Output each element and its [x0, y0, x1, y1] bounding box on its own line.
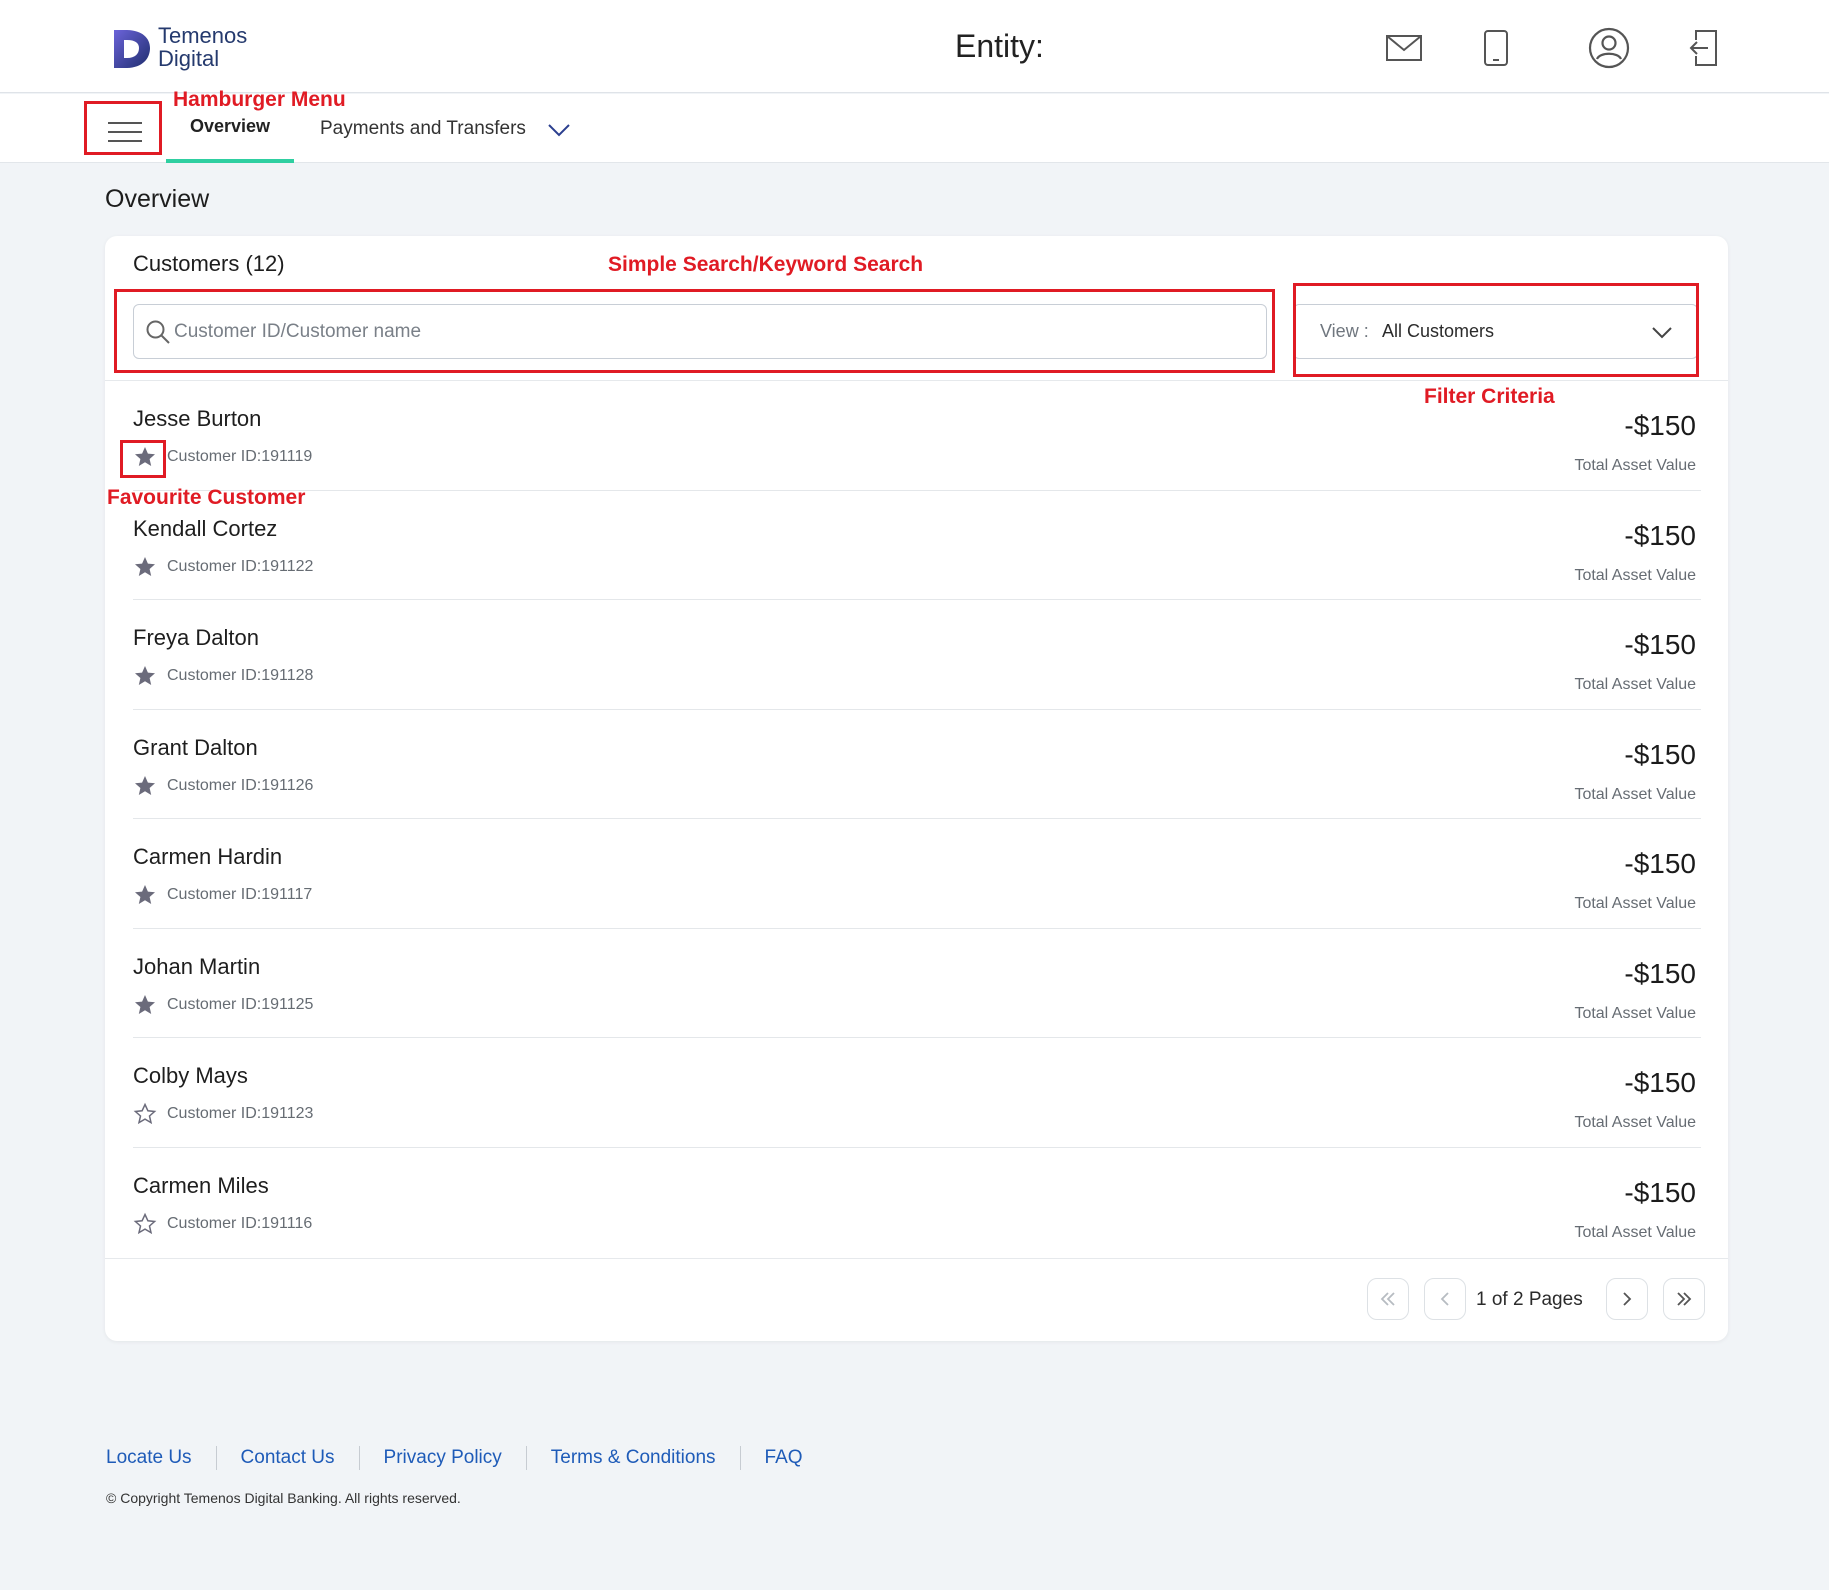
annotation-label-favourite: Favourite Customer [107, 486, 306, 509]
customer-name: Grant Dalton [133, 734, 258, 760]
chevron-down-icon[interactable] [545, 116, 573, 144]
tab-payments-and-transfers[interactable]: Payments and Transfers [320, 94, 526, 163]
customer-name: Johan Martin [133, 953, 261, 979]
entity-label: Entity: [955, 28, 1044, 64]
total-asset-value: -$150 [1624, 957, 1696, 989]
total-asset-value-label: Total Asset Value [1574, 895, 1696, 912]
double-chevron-left-icon [1380, 1292, 1395, 1306]
page-title: Overview [105, 185, 210, 213]
customer-row[interactable]: Grant Dalton Customer ID:191126 -$150 Total… [133, 710, 1701, 819]
customer-name: Kendall Cortez [133, 515, 278, 541]
customer-id: Customer ID:191125 [167, 995, 314, 1013]
customer-name: Carmen Hardin [133, 844, 283, 869]
customer-row[interactable]: Freya Dalton Customer ID:191128 -$150 Total… [133, 600, 1701, 710]
annotation-box-hamburger [84, 101, 162, 155]
chevron-right-icon [1623, 1292, 1632, 1306]
customer-id: Customer ID:191116 [167, 1214, 313, 1232]
first-page-button[interactable] [1367, 1278, 1409, 1320]
customer-id: Customer ID:191123 [167, 1105, 314, 1122]
profile-icon[interactable] [1585, 24, 1633, 72]
total-asset-value: -$150 [1624, 738, 1696, 770]
annotation-label-hamburger: Hamburger Menu [173, 88, 346, 111]
annotation-box-search [114, 289, 1275, 373]
total-asset-value: -$150 [1624, 410, 1696, 441]
customer-row[interactable]: Colby Mays Customer ID:191123 -$150 Total A… [133, 1038, 1701, 1148]
customer-row[interactable]: Carmen Hardin Customer ID:191117 -$150 Tota… [133, 819, 1701, 929]
total-asset-value: -$150 [1624, 1067, 1696, 1098]
logout-icon[interactable] [1680, 24, 1728, 72]
footer-separator [215, 1446, 217, 1470]
next-page-button[interactable] [1606, 1278, 1648, 1320]
total-asset-value-label: Total Asset Value [1574, 1004, 1696, 1022]
star-outline-icon[interactable] [133, 1102, 157, 1126]
footer-separator [739, 1446, 741, 1470]
star-filled-icon[interactable] [133, 664, 157, 688]
footer-link-faq[interactable]: FAQ [765, 1447, 803, 1469]
total-asset-value: -$150 [1624, 1176, 1696, 1208]
total-asset-value-label: Total Asset Value [1574, 676, 1696, 693]
customers-title: Customers (12) [133, 251, 285, 276]
customer-name: Jesse Burton [133, 406, 262, 431]
star-outline-icon[interactable] [133, 1212, 157, 1236]
star-filled-icon[interactable] [133, 993, 157, 1017]
star-filled-icon[interactable] [133, 774, 157, 798]
footer-links: Locate Us Contact Us Privacy Policy Terms &… [106, 1446, 803, 1470]
chevron-left-icon [1440, 1292, 1449, 1306]
footer-link-contact-us[interactable]: Contact Us [241, 1447, 335, 1469]
footer-link-terms-conditions[interactable]: Terms & Conditions [551, 1447, 716, 1469]
mobile-icon[interactable] [1472, 24, 1520, 72]
total-asset-value-label: Total Asset Value [1574, 1114, 1696, 1131]
annotation-label-filter: Filter Criteria [1424, 385, 1555, 408]
customer-name: Carmen Miles [133, 1172, 269, 1198]
previous-page-button[interactable] [1424, 1278, 1466, 1320]
customer-row[interactable]: Kendall Cortez Customer ID:191122 -$150 Tot… [133, 491, 1701, 600]
logo-mark-icon [114, 30, 150, 68]
annotation-label-search: Simple Search/Keyword Search [608, 253, 924, 276]
footer-separator [525, 1446, 527, 1470]
temenos-logo[interactable]: Temenos Digital [112, 24, 282, 72]
footer-link-privacy-policy[interactable]: Privacy Policy [384, 1447, 502, 1469]
mail-icon[interactable] [1380, 24, 1428, 72]
top-header: Temenos Digital Entity: [0, 0, 1829, 93]
divider [105, 1258, 1728, 1259]
double-chevron-right-icon [1677, 1292, 1692, 1306]
customer-row[interactable]: Johan Martin Customer ID:191125 -$150 Total… [133, 929, 1701, 1038]
total-asset-value: -$150 [1624, 629, 1696, 660]
total-asset-value-label: Total Asset Value [1574, 785, 1696, 803]
pagination-status: 1 of 2 Pages [1476, 1289, 1583, 1310]
annotation-box-favourite [120, 440, 166, 478]
copyright-text: © Copyright Temenos Digital Banking. All… [106, 1490, 461, 1506]
logo-text: Temenos Digital [158, 24, 247, 70]
customer-id: Customer ID:191128 [167, 667, 314, 684]
total-asset-value-label: Total Asset Value [1574, 457, 1696, 474]
annotation-box-filter [1293, 283, 1699, 377]
customer-list: Jesse Burton Customer ID:191119 -$150 Total… [133, 381, 1701, 1257]
customer-name: Colby Mays [133, 1063, 248, 1088]
footer-link-locate-us[interactable]: Locate Us [106, 1447, 192, 1469]
last-page-button[interactable] [1663, 1278, 1705, 1320]
customer-id: Customer ID:191117 [167, 886, 313, 903]
total-asset-value: -$150 [1624, 519, 1696, 551]
logo-line2: Digital [158, 46, 220, 71]
footer-separator [358, 1446, 360, 1470]
customer-id: Customer ID:191119 [167, 448, 313, 465]
customer-id: Customer ID:191122 [167, 557, 314, 575]
customer-id: Customer ID:191126 [167, 776, 314, 794]
star-filled-icon[interactable] [133, 555, 157, 579]
customer-row[interactable]: Carmen Miles Customer ID:191116 -$150 Total… [133, 1148, 1701, 1258]
total-asset-value: -$150 [1624, 848, 1696, 879]
star-filled-icon[interactable] [133, 883, 157, 907]
customer-name: Freya Dalton [133, 625, 259, 650]
total-asset-value-label: Total Asset Value [1574, 566, 1696, 584]
total-asset-value-label: Total Asset Value [1574, 1223, 1696, 1241]
logo-line1: Temenos [158, 23, 248, 48]
